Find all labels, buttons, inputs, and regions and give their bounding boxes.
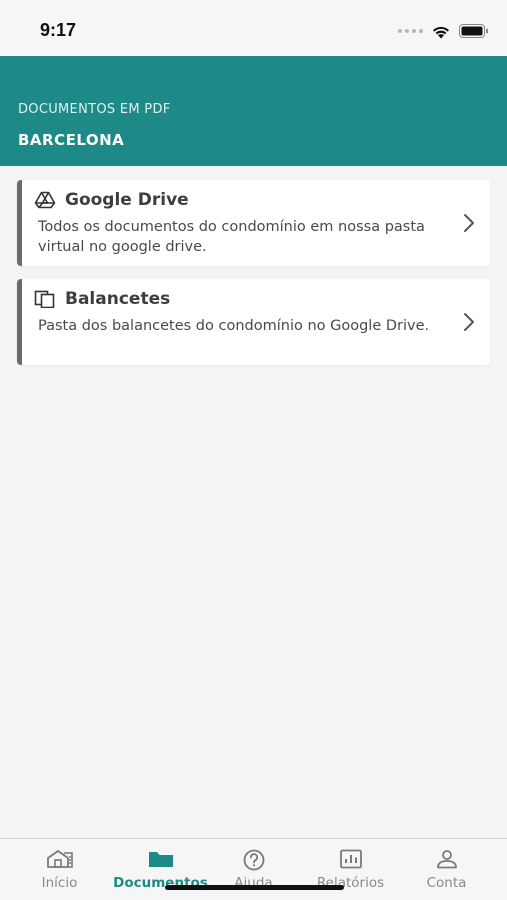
chevron-right-icon	[464, 313, 474, 331]
google-drive-icon	[34, 191, 56, 209]
status-bar: 9:17	[0, 0, 507, 56]
card-title: Google Drive	[65, 190, 189, 210]
folder-icon	[148, 852, 173, 867]
home-icon	[46, 850, 73, 868]
status-icons	[398, 22, 489, 40]
battery-icon	[459, 24, 488, 38]
account-icon	[436, 850, 457, 869]
page-title: BARCELONA	[18, 131, 125, 149]
tab-inicio[interactable]: Início	[9, 839, 110, 900]
cellular-signal-icon	[398, 29, 423, 33]
balancetes-card[interactable]: Balancetes Pasta dos balancetes do condo…	[17, 279, 490, 365]
header: DOCUMENTOS EM PDF BARCELONA	[0, 56, 507, 166]
tab-label: Conta	[426, 875, 467, 891]
tab-label: Início	[41, 875, 78, 891]
chevron-right-icon	[464, 214, 474, 232]
help-icon	[243, 849, 264, 871]
tab-ajuda[interactable]: Ajuda	[203, 839, 304, 900]
google-drive-card[interactable]: Google Drive Todos os documentos do cond…	[17, 180, 490, 266]
tab-conta[interactable]: Conta	[396, 839, 497, 900]
card-title: Balancetes	[65, 289, 171, 309]
copy-documents-icon	[34, 290, 55, 308]
header-subtitle: DOCUMENTOS EM PDF	[18, 102, 171, 117]
tab-documentos[interactable]: Documentos	[110, 839, 211, 900]
status-time: 9:17	[40, 20, 77, 40]
card-description: Pasta dos balancetes do condomínio no Go…	[38, 318, 430, 334]
home-indicator	[165, 885, 344, 890]
tab-relatorios[interactable]: Relatórios	[300, 839, 401, 900]
report-icon	[339, 849, 362, 869]
card-description: Todos os documentos do condomínio em nos…	[38, 219, 425, 255]
wifi-icon	[433, 26, 449, 38]
tab-bar: Início Documentos Ajuda Relatórios Conta	[0, 838, 507, 900]
